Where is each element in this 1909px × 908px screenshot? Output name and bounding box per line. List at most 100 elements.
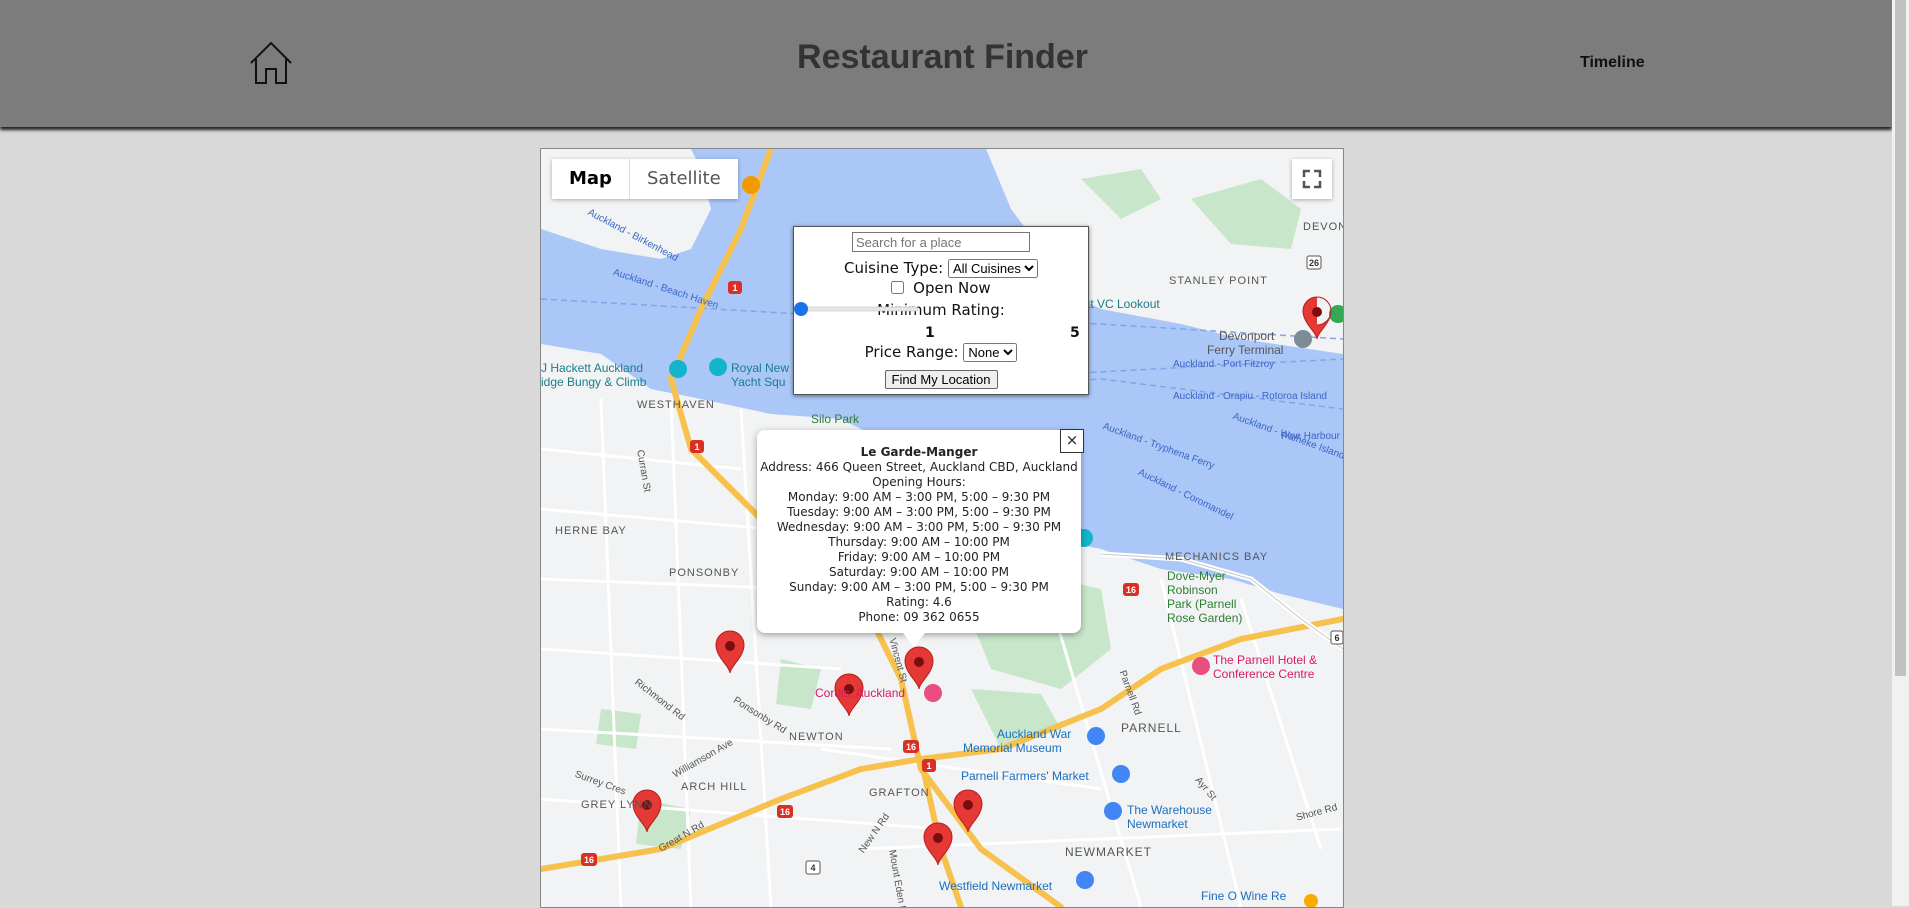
hotel-icon: [1192, 657, 1210, 675]
map-label-parnell-hotel-1: The Parnell Hotel &: [1213, 653, 1318, 667]
marina-icon: [709, 358, 727, 376]
restaurant-phone: Phone: 09 362 0655: [858, 610, 980, 624]
cuisine-label: Cuisine Type:: [844, 259, 944, 277]
scrollbar-thumb[interactable]: [1895, 0, 1906, 676]
page-scrollbar[interactable]: [1892, 0, 1909, 906]
search-input[interactable]: [852, 232, 1030, 252]
park-area: [596, 709, 641, 749]
hours-saturday: Saturday: 9:00 AM – 10:00 PM: [829, 565, 1009, 579]
hours-wednesday: Wednesday: 9:00 AM – 3:00 PM, 5:00 – 9:3…: [776, 520, 1062, 534]
route-shield-label: 1: [926, 761, 931, 771]
route-shield-label: 16: [906, 742, 916, 752]
map-label-farmers-market: Parnell Farmers' Market: [961, 769, 1089, 783]
restaurant-address: Address: 466 Queen Street, Auckland CBD,…: [760, 460, 1078, 474]
locate-row: Find My Location: [794, 370, 1088, 389]
map-label-grafton: GRAFTON: [869, 787, 930, 799]
map-label-parnell-hotel-2: Conference Centre: [1213, 667, 1315, 681]
info-window-tail: [903, 633, 925, 647]
restaurant-rating: Rating: 4.6: [886, 595, 952, 609]
hotel-icon: [924, 684, 942, 702]
price-row: Price Range: None: [794, 343, 1088, 362]
map-label-hackett: J Hackett Auckland: [541, 361, 644, 375]
rating-row: Minimum Rating:: [794, 301, 1088, 319]
map-label-devonport-ferry: Devonport: [1219, 329, 1275, 343]
map-label-dove-myer-4: Rose Garden): [1167, 611, 1243, 625]
map-label-stanley-point: STANLEY POINT: [1169, 275, 1268, 287]
route-shield-label: 4: [810, 863, 815, 873]
map-label-yacht: Yacht Squ: [731, 375, 786, 389]
open-now-label: Open Now: [913, 279, 991, 297]
map-label-museum-1: Auckland War: [997, 727, 1072, 741]
map-label-warehouse-1: The Warehouse: [1127, 803, 1212, 817]
map-label-port-fitzroy: Auckland - Port Fitzroy: [1173, 359, 1275, 370]
open-now-row: Open Now: [794, 279, 1088, 297]
rating-min-label: 1: [925, 325, 935, 341]
map-type-satellite-button[interactable]: Satellite: [630, 159, 738, 199]
camera-icon: [669, 360, 687, 378]
map-label-newmarket: NEWMARKET: [1065, 845, 1152, 859]
map-label-westhaven: WESTHAVEN: [637, 399, 715, 411]
find-my-location-button[interactable]: Find My Location: [884, 370, 998, 389]
hours-friday: Friday: 9:00 AM – 10:00 PM: [837, 550, 1001, 564]
map-label-dove-myer-1: Dove-Myer: [1167, 569, 1226, 583]
route-shield-label: 26: [1309, 258, 1319, 268]
rating-slider[interactable]: [794, 301, 922, 317]
map-label-dove-myer-3: Park (Parnell: [1167, 597, 1237, 611]
map-label-bungy: idge Bungy & Climb: [541, 375, 647, 389]
route-shield-label: 16: [1126, 585, 1136, 595]
map-label-mechanics-bay: MECHANICS BAY: [1165, 551, 1269, 563]
map-label-westfield: Westfield Newmarket: [939, 879, 1053, 893]
hours-sunday: Sunday: 9:00 AM – 3:00 PM, 5:00 – 9:30 P…: [789, 580, 1049, 594]
map-label-dove-myer-2: Robinson: [1167, 583, 1218, 597]
cuisine-select[interactable]: All Cuisines: [947, 259, 1038, 278]
museum-icon: [1087, 727, 1105, 745]
map-label-pine-harbour: Pine Harbour -: [1281, 431, 1344, 442]
map-label-newton: NEWTON: [789, 731, 844, 743]
hours-thursday: Thursday: 9:00 AM – 10:00 PM: [828, 535, 1010, 549]
map-label-ponsonby: PONSONBY: [669, 567, 740, 579]
info-content: Le Garde-Manger Address: 466 Queen Stree…: [757, 445, 1081, 625]
map-label-vc-lookout: tt VC Lookout: [1087, 297, 1160, 311]
filter-panel: Cuisine Type: All Cuisines Open Now Mini…: [793, 226, 1089, 395]
ferry-terminal-icon: [1294, 330, 1312, 348]
app-header: Restaurant Finder Timeline: [0, 0, 1892, 127]
map-label-arch-hill: ARCH HILL: [681, 781, 748, 793]
fullscreen-icon: [1302, 169, 1322, 189]
market-icon: [1112, 765, 1130, 783]
restaurant-name: Le Garde-Manger: [860, 445, 978, 459]
route-shield-label: 1: [694, 442, 699, 452]
map-label-ferry-terminal: Ferry Terminal: [1207, 343, 1284, 357]
map-label-devonport: DEVON: [1303, 221, 1344, 233]
map-label-herne-bay: HERNE BAY: [555, 525, 627, 537]
price-label: Price Range:: [864, 343, 959, 361]
map-label-museum-2: Memorial Museum: [963, 741, 1062, 755]
price-select[interactable]: None: [963, 343, 1018, 362]
cuisine-row: Cuisine Type: All Cuisines: [794, 259, 1088, 278]
map-type-control: Map Satellite: [552, 159, 738, 199]
route-shield-label: 16: [584, 855, 594, 865]
map-label-silo-park: Silo Park: [811, 412, 860, 426]
map-type-map-button[interactable]: Map: [552, 159, 630, 199]
timeline-link[interactable]: Timeline: [1580, 54, 1645, 72]
map-label-grey-lynn: GREY LYNN: [581, 799, 653, 811]
map-label-fine-o-wine: Fine O Wine Re: [1201, 889, 1287, 903]
fullscreen-button[interactable]: [1292, 159, 1332, 199]
route-shield-label: 16: [780, 807, 790, 817]
shopping-icon: [1076, 871, 1094, 889]
route-shield-label: 6: [1334, 633, 1339, 643]
map-label-royal: Royal New: [731, 361, 790, 375]
map-label-orapiu: Auckland - Orapiu - Rotoroa Island: [1173, 391, 1327, 402]
restaurant-info-window: × Le Garde-Manger Address: 466 Queen Str…: [757, 429, 1084, 647]
map-label-cordis: Cordis, Auckland: [815, 686, 906, 700]
rating-slider-thumb[interactable]: [794, 302, 808, 316]
opening-hours-label: Opening Hours:: [872, 475, 966, 489]
map-view[interactable]: 1 1 16 1 16 16 16 4 26 6 DEVON STANLEY P…: [540, 148, 1344, 908]
shopping-icon: [1104, 802, 1122, 820]
open-now-checkbox[interactable]: [891, 281, 905, 294]
hours-tuesday: Tuesday: 9:00 AM – 3:00 PM, 5:00 – 9:30 …: [787, 505, 1051, 519]
rating-max-label: 5: [1070, 325, 1080, 341]
map-label-parnell: PARNELL: [1121, 721, 1182, 735]
hours-monday: Monday: 9:00 AM – 3:00 PM, 5:00 – 9:30 P…: [787, 490, 1051, 504]
map-label-warehouse-2: Newmarket: [1127, 817, 1188, 831]
route-shield-label: 1: [732, 283, 737, 293]
